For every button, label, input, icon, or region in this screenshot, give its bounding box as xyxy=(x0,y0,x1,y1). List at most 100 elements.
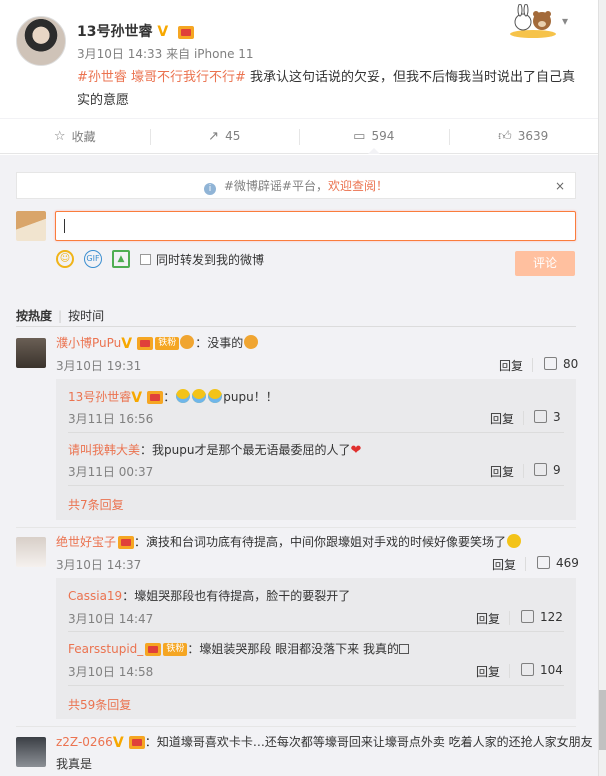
comment-text: 绝世好宝子 ：演技和台词功底有待提高，中间你跟壕姐对手戏的时候好像要笑场了 xyxy=(56,533,522,550)
image-icon[interactable]: ▲ xyxy=(112,250,130,268)
comment-body: ：知道壕哥喜欢卡卡…还每次都等壕哥回来让壕哥点外卖 吃着人家的还抢人家女朋友 xyxy=(144,735,593,749)
repost-count: 45 xyxy=(225,129,241,143)
gif-icon[interactable]: GIF xyxy=(84,250,102,268)
close-icon[interactable]: × xyxy=(555,173,565,199)
weibo-post: 13号孙世睿 V 3月10日 14:33 来自 iPhone 11 #孙世睿 壕… xyxy=(0,0,598,118)
notice-tag[interactable]: #微博辟谣# xyxy=(224,179,292,193)
scrollbar[interactable] xyxy=(598,0,606,776)
favorite-button[interactable]: ☆ 收藏 xyxy=(0,119,150,153)
member-level-icon xyxy=(147,391,164,404)
post-hashtag[interactable]: #孙世睿 壕哥不行我行不行# xyxy=(77,70,246,85)
divider xyxy=(68,685,564,686)
reply-date: 3月10日 14:58 xyxy=(68,665,154,679)
reply-text: 请叫我韩大美：我pupu才是那个最无语最委屈的人了❤ xyxy=(68,441,361,458)
thumbs-up-icon xyxy=(521,610,534,623)
repost-checkbox-label[interactable]: 同时转发到我的微博 xyxy=(156,251,264,268)
divider xyxy=(509,611,510,625)
tab-sort-hot[interactable]: 按热度 xyxy=(16,309,52,323)
reply-date: 3月11日 00:37 xyxy=(68,465,154,479)
commenter-name[interactable]: 绝世好宝子 xyxy=(56,535,116,549)
reply-body: ：壕姐装哭那段 眼泪都没落下来 我真的 xyxy=(187,642,399,656)
reply-like-count: 104 xyxy=(540,663,563,677)
comment-input[interactable] xyxy=(55,211,576,241)
divider xyxy=(16,527,576,528)
verified-icon: V xyxy=(112,734,124,751)
reply-user[interactable]: Cassia19 xyxy=(68,589,122,603)
reply-user[interactable]: 请叫我韩大美 xyxy=(68,443,140,457)
fan-badge: 铁粉 xyxy=(163,643,188,656)
like-count: 3639 xyxy=(517,129,549,143)
emoji-icon[interactable]: ☺ xyxy=(56,250,74,268)
reply-like-button[interactable]: 9 xyxy=(534,463,561,477)
my-avatar xyxy=(16,211,46,241)
reply-button[interactable]: 回复 xyxy=(476,610,500,627)
reply-user[interactable]: Fearsstupid_ xyxy=(68,642,143,656)
thumbs-up-icon xyxy=(521,663,534,676)
post-action-bar: ☆ 收藏 ↗ 45 ▭ 594 👍︎ 3639 xyxy=(0,118,598,154)
comment-date: 3月10日 19:31 xyxy=(56,359,142,373)
tab-sort-time[interactable]: 按时间 xyxy=(68,309,104,323)
author-avatar[interactable] xyxy=(16,16,66,66)
laughing-emoji-icon xyxy=(507,534,522,548)
repost-button[interactable]: ↗ 45 xyxy=(149,119,300,153)
reply-button[interactable]: 回复 xyxy=(490,463,514,480)
kiss-emoji-icon xyxy=(180,335,195,349)
commenter-avatar[interactable] xyxy=(16,737,46,767)
chevron-down-icon[interactable]: ▾ xyxy=(562,14,576,28)
comment-icon: ▭ xyxy=(353,128,366,144)
divider xyxy=(16,326,576,327)
comment-like-count: 80 xyxy=(563,357,579,371)
repost-checkbox[interactable] xyxy=(140,253,151,265)
scrollbar-thumb[interactable] xyxy=(599,690,606,750)
post-source: 来自 iPhone 11 xyxy=(166,47,254,61)
fan-badge: 铁粉 xyxy=(155,337,180,350)
kiss-emoji-icon xyxy=(244,335,259,349)
comment-count: 594 xyxy=(371,129,395,143)
commenter-avatar[interactable] xyxy=(16,537,46,567)
comment-like-count: 469 xyxy=(556,556,579,570)
more-replies-link[interactable]: 共59条回复 xyxy=(68,696,131,713)
divider xyxy=(68,631,564,632)
text-caret xyxy=(64,219,65,233)
reply-button[interactable]: 回复 xyxy=(490,410,514,427)
comment-body-line2: 我真是 xyxy=(56,757,93,771)
reply-text: Fearsstupid_ 铁粉 ：壕姐装哭那段 眼泪都没落下来 我真的 xyxy=(68,640,409,657)
comment-text: 濮小博PuPuV 铁粉 ：没事的 xyxy=(56,334,259,351)
verified-icon: V xyxy=(157,24,169,40)
comment-like-button[interactable]: 469 xyxy=(537,556,579,570)
post-time[interactable]: 3月10日 14:33 xyxy=(77,47,162,61)
commenter-name[interactable]: 濮小博PuPu xyxy=(56,336,121,350)
member-level-icon xyxy=(118,536,135,549)
reply-body: ：我pupu才是那个最无语最委屈的人了 xyxy=(140,443,351,457)
more-replies-link[interactable]: 共7条回复 xyxy=(68,496,124,513)
author-name[interactable]: 13号孙世睿 xyxy=(77,24,152,40)
reply-like-button[interactable]: 122 xyxy=(521,610,563,624)
verified-icon: V xyxy=(131,389,143,406)
divider xyxy=(68,432,564,433)
submit-comment-button[interactable]: 评论 xyxy=(515,251,575,276)
reply-like-button[interactable]: 3 xyxy=(534,410,561,424)
reply-body: pupu！！ xyxy=(223,390,278,404)
notice-link[interactable]: 欢迎查阅！ xyxy=(328,179,388,193)
reply-date: 3月10日 14:47 xyxy=(68,612,154,626)
reply-like-button[interactable]: 104 xyxy=(521,663,563,677)
reply-button[interactable]: 回复 xyxy=(476,663,500,680)
commenter-avatar[interactable] xyxy=(16,338,46,368)
sort-separator: | xyxy=(58,309,63,323)
comment-like-button[interactable]: 80 xyxy=(544,357,578,371)
info-icon: i xyxy=(204,183,216,195)
member-level-icon xyxy=(145,643,162,656)
comment-date: 3月10日 14:37 xyxy=(56,558,142,572)
comment-button[interactable]: ▭ 594 xyxy=(299,119,449,153)
reply-text: 13号孙世睿V： pupu！！ xyxy=(68,389,278,406)
like-button[interactable]: 👍︎ 3639 xyxy=(448,119,599,153)
divider xyxy=(68,485,564,486)
reply-button[interactable]: 回复 xyxy=(492,556,516,573)
commenter-name[interactable]: z2Z-0266 xyxy=(56,735,113,749)
crying-emoji-icon xyxy=(192,389,207,403)
reply-user[interactable]: 13号孙世睿 xyxy=(68,390,131,404)
heart-icon: ❤ xyxy=(350,443,362,458)
thumbs-up-icon xyxy=(534,410,547,423)
divider xyxy=(16,726,576,727)
reply-button[interactable]: 回复 xyxy=(499,357,523,374)
